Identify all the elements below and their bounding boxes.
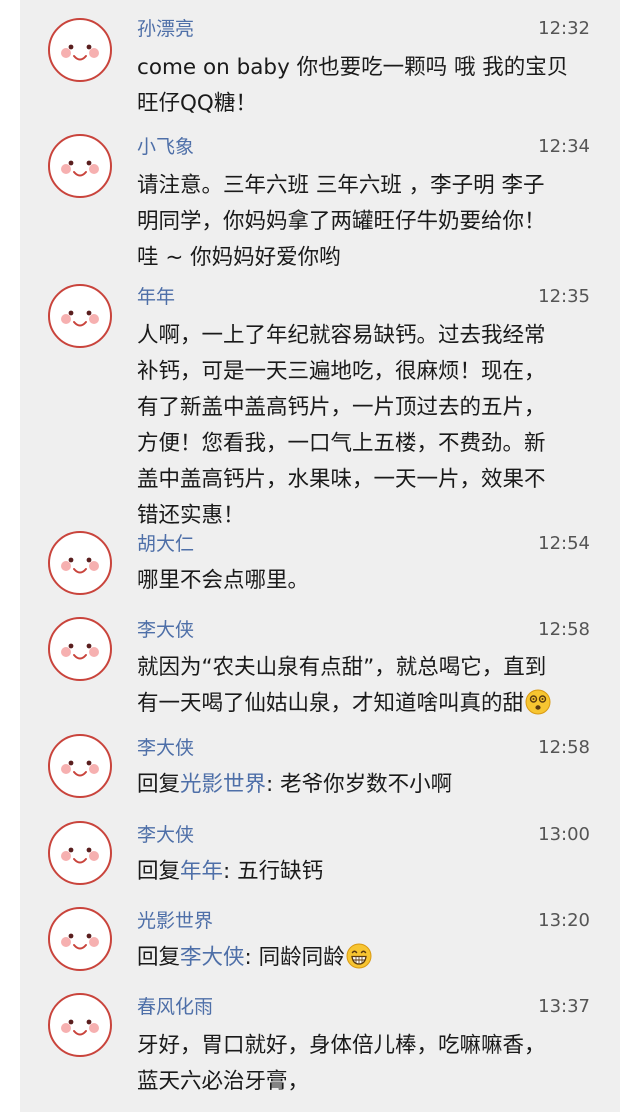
commenter-name[interactable]: 李大侠 — [137, 823, 194, 847]
avatar[interactable] — [48, 907, 112, 971]
comment-line: 蓝天六必治牙膏， — [137, 1069, 310, 1094]
comment-line: 人啊，一上了年纪就容易缺钙。过去我经常 — [137, 323, 546, 348]
dizzy-face-emoji-icon — [525, 689, 551, 727]
comment-text: 哪里不会点哪里。 — [137, 563, 607, 599]
comment-line: 错还实惠！ — [137, 503, 245, 528]
comment-time: 12:35 — [538, 286, 590, 307]
reply-mention-link[interactable]: 光影世界 — [180, 772, 266, 797]
avatar[interactable] — [48, 993, 112, 1057]
commenter-name[interactable]: 胡大仁 — [137, 532, 194, 556]
commenter-name[interactable]: 春风化雨 — [137, 995, 213, 1019]
commenter-name[interactable]: 小飞象 — [137, 135, 194, 159]
comment-line: 盖中盖高钙片，水果味，一天一片，效果不 — [137, 467, 546, 492]
comment-text: 请注意。三年六班 三年六班 ，李子明 李子 明同学，你妈妈拿了两罐旺仔牛奶要给你… — [137, 168, 607, 276]
smiley-face-icon — [61, 643, 99, 660]
commenter-name[interactable]: 孙漂亮 — [137, 17, 194, 41]
comment-line: come on baby 你也要吃一颗吗 哦 我的宝贝 — [137, 55, 569, 80]
comment-line: 牙好，胃口就好，身体倍儿棒，吃嘛嘛香， — [137, 1033, 546, 1058]
comment-line: 方便！您看我，一口气上五楼，不费劲。新 — [137, 431, 546, 456]
comment-line: 明同学，你妈妈拿了两罐旺仔牛奶要给你！ — [137, 209, 546, 234]
comment-line: 哪里不会点哪里。 — [137, 568, 310, 593]
smiley-face-icon — [61, 44, 99, 61]
avatar[interactable] — [48, 821, 112, 885]
avatar[interactable] — [48, 617, 112, 681]
comment-line: 回复光影世界: 老爷你岁数不小啊 — [137, 767, 607, 803]
avatar[interactable] — [48, 734, 112, 798]
smiley-face-icon — [61, 933, 99, 950]
comment-line: 就因为“农夫山泉有点甜”，就总喝它，直到 — [137, 655, 547, 680]
reply-mention-link[interactable]: 李大侠 — [180, 945, 245, 970]
comment-time: 13:20 — [538, 910, 590, 931]
reply-prefix: 回复 — [137, 859, 181, 884]
comment-line: 有一天喝了仙姑山泉，才知道啥叫真的甜 — [137, 686, 607, 727]
comment-text: 人啊，一上了年纪就容易缺钙。过去我经常 补钙，可是一天三遍地吃，很麻烦！现在， … — [137, 318, 607, 534]
comment-text: 回复光影世界: 老爷你岁数不小啊 — [137, 767, 607, 803]
reply-text: : 五行缺钙 — [223, 859, 324, 884]
grinning-face-emoji-icon — [346, 943, 372, 981]
comment-line: 回复李大侠: 同龄同龄 — [137, 940, 607, 981]
comment-line: 补钙，可是一天三遍地吃，很麻烦！现在， — [137, 359, 546, 384]
comment-time: 12:34 — [538, 136, 590, 157]
reply-prefix: 回复 — [137, 772, 181, 797]
smiley-face-icon — [61, 760, 99, 777]
smiley-face-icon — [61, 310, 99, 327]
commenter-name[interactable]: 光影世界 — [137, 909, 213, 933]
comment-text: 牙好，胃口就好，身体倍儿棒，吃嘛嘛香， 蓝天六必治牙膏， — [137, 1028, 607, 1100]
comment-time: 12:58 — [538, 737, 590, 758]
comment-time: 13:37 — [538, 996, 590, 1017]
comment-line: 请注意。三年六班 三年六班 ，李子明 李子 — [137, 173, 545, 198]
comment-time: 12:58 — [538, 619, 590, 640]
comment-time: 12:54 — [538, 533, 590, 554]
smiley-face-icon — [61, 847, 99, 864]
comment-text: come on baby 你也要吃一颗吗 哦 我的宝贝 旺仔QQ糖！ — [137, 50, 607, 122]
comment-text: 回复年年: 五行缺钙 — [137, 854, 607, 890]
smiley-face-icon — [61, 160, 99, 177]
avatar[interactable] — [48, 284, 112, 348]
avatar[interactable] — [48, 18, 112, 82]
reply-mention-link[interactable]: 年年 — [180, 859, 223, 884]
comment-line: 哇 ~ 你妈妈好爱你哟 — [137, 245, 341, 270]
commenter-name[interactable]: 年年 — [137, 285, 175, 309]
comment-line: 旺仔QQ糖！ — [137, 91, 257, 116]
avatar[interactable] — [48, 134, 112, 198]
comment-line-text: 有一天喝了仙姑山泉，才知道啥叫真的甜 — [137, 691, 525, 716]
avatar[interactable] — [48, 531, 112, 595]
comment-text: 回复李大侠: 同龄同龄 — [137, 940, 607, 981]
page: 孙漂亮 12:32 come on baby 你也要吃一颗吗 哦 我的宝贝 旺仔… — [0, 0, 640, 1112]
commenter-name[interactable]: 李大侠 — [137, 736, 194, 760]
reply-text: : 同龄同龄 — [244, 945, 345, 970]
comment-time: 13:00 — [538, 824, 590, 845]
smiley-face-icon — [61, 557, 99, 574]
commenter-name[interactable]: 李大侠 — [137, 618, 194, 642]
reply-text: : 老爷你岁数不小啊 — [266, 772, 453, 797]
comment-line: 回复年年: 五行缺钙 — [137, 854, 607, 890]
comment-time: 12:32 — [538, 18, 590, 39]
smiley-face-icon — [61, 1019, 99, 1036]
reply-prefix: 回复 — [137, 945, 181, 970]
comment-text: 就因为“农夫山泉有点甜”，就总喝它，直到 有一天喝了仙姑山泉，才知道啥叫真的甜 — [137, 650, 607, 727]
comment-line: 有了新盖中盖高钙片，一片顶过去的五片， — [137, 395, 546, 420]
